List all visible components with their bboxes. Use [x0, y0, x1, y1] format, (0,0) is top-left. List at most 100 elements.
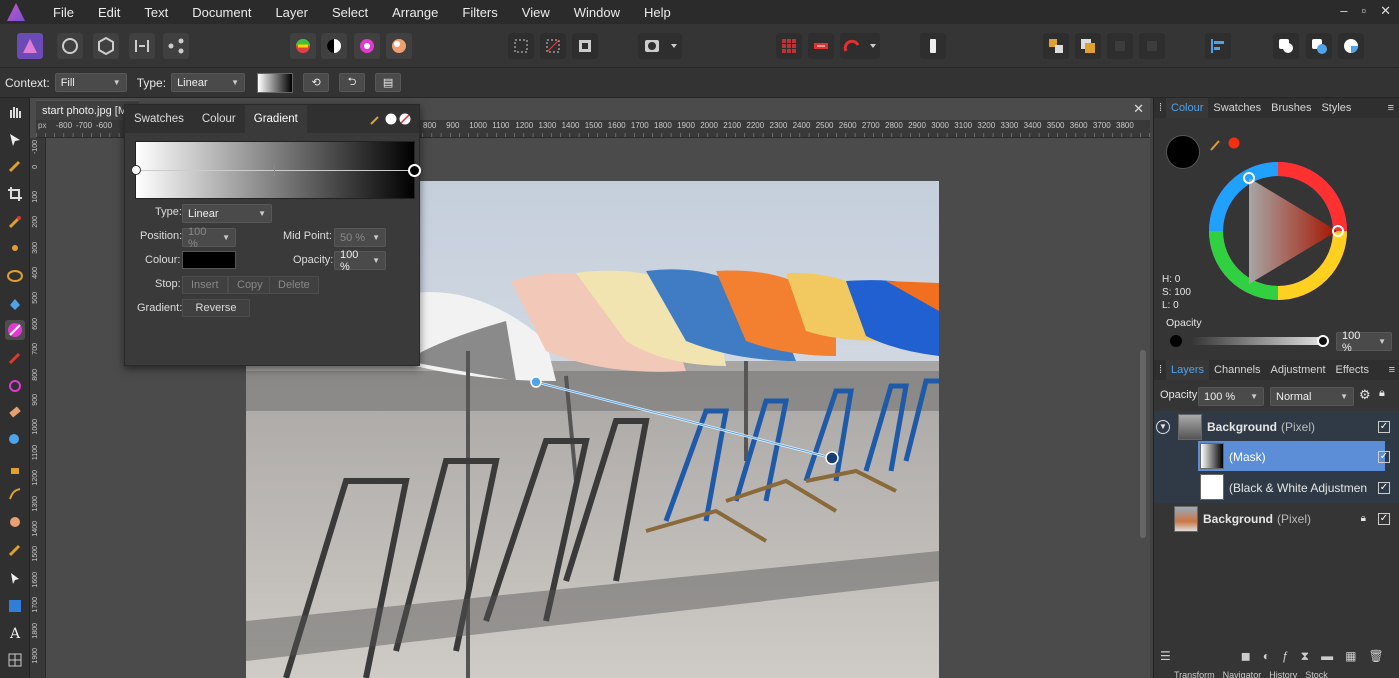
primary-colour-swatch[interactable]	[1166, 135, 1200, 169]
snapping-magnet-icon[interactable]	[840, 33, 880, 59]
insert-stop-button[interactable]: Insert	[182, 276, 228, 294]
gradient-preview[interactable]	[131, 141, 421, 199]
opacity-input[interactable]: 100 % ▼	[1336, 330, 1392, 354]
adjustment-icon[interactable]: ◐	[1263, 649, 1270, 663]
tab-swatches-panel[interactable]: Swatches	[1208, 98, 1266, 118]
menu-edit[interactable]: Edit	[86, 5, 132, 20]
boolean-add-icon[interactable]	[1273, 33, 1299, 59]
tab-swatches[interactable]: Swatches	[125, 105, 193, 133]
tab-navigator[interactable]: Navigator	[1223, 668, 1262, 678]
layer-visibility-checkbox[interactable]: ✓	[1378, 512, 1390, 525]
stop-opacity-input[interactable]: 100 % ▼	[334, 249, 386, 273]
paint-brush-icon[interactable]	[5, 348, 25, 368]
select-all-icon[interactable]	[508, 33, 534, 59]
layer-visibility-checkbox[interactable]: ✓	[1378, 450, 1390, 463]
pen-tool-icon[interactable]	[5, 568, 25, 588]
photo-persona-icon[interactable]	[17, 33, 43, 59]
layer-visibility-checkbox[interactable]: ✓	[1378, 420, 1390, 433]
arrange-forward-icon[interactable]	[1043, 33, 1069, 59]
crop-tool-icon[interactable]	[5, 184, 25, 204]
live-filter-icon[interactable]: ⧗	[1301, 649, 1309, 664]
assistant-icon[interactable]	[808, 33, 834, 59]
smudge-tool-icon[interactable]	[5, 484, 25, 504]
menu-view[interactable]: View	[510, 5, 562, 20]
menu-window[interactable]: Window	[562, 5, 632, 20]
gradient-settings-icon[interactable]: ▤	[375, 73, 402, 92]
stop-colour-swatch[interactable]	[182, 251, 236, 269]
gradient-tool-icon[interactable]	[5, 320, 25, 340]
gradient-stop-end[interactable]	[408, 164, 421, 177]
align-icon[interactable]	[1205, 33, 1231, 59]
text-tool-icon[interactable]: A	[5, 624, 25, 644]
close-document-button[interactable]: ✕	[1133, 101, 1144, 117]
position-input[interactable]: 100 % ▼	[182, 226, 236, 250]
expand-layer-icon[interactable]: ▼	[1156, 419, 1170, 434]
colour-picker-icon[interactable]	[1209, 136, 1243, 155]
vertical-scrollbar[interactable]	[1140, 350, 1146, 538]
auto-colours-icon[interactable]	[354, 33, 380, 59]
flood-fill-icon[interactable]	[5, 294, 25, 314]
quick-mask-icon[interactable]	[638, 33, 682, 59]
layer-visibility-checkbox[interactable]: ✓	[1378, 481, 1390, 494]
arrange-front-disabled-icon[interactable]	[1107, 33, 1133, 59]
menu-text[interactable]: Text	[132, 5, 180, 20]
layer-row[interactable]: (Mask) ✓	[1154, 441, 1399, 472]
midpoint-input[interactable]: 50 % ▼	[334, 228, 386, 247]
tab-colour[interactable]: Colour	[193, 105, 245, 133]
tab-stock[interactable]: Stock	[1305, 668, 1328, 678]
gradient-swatch[interactable]	[257, 72, 294, 93]
menu-filters[interactable]: Filters	[450, 5, 509, 20]
clone-tool-icon[interactable]	[5, 458, 25, 478]
selection-brush-icon[interactable]	[5, 212, 25, 232]
layer-stack-icon[interactable]: ☰	[1160, 649, 1171, 663]
menu-select[interactable]: Select	[320, 5, 380, 20]
hand-tool-icon[interactable]	[5, 102, 25, 122]
auto-levels-icon[interactable]	[290, 33, 316, 59]
layer-settings-icon[interactable]: ⚙	[1359, 387, 1371, 403]
menu-arrange[interactable]: Arrange	[380, 5, 450, 20]
tab-transform[interactable]: Transform	[1174, 668, 1215, 678]
layer-row[interactable]: (Black & White Adjustmen ✓	[1154, 472, 1399, 503]
layer-locked-icon[interactable]: 🔒︎	[1361, 513, 1366, 524]
layer-opacity-input[interactable]: 100 % ▼	[1198, 387, 1264, 406]
arrange-back-disabled-icon[interactable]	[1139, 33, 1165, 59]
menu-layer[interactable]: Layer	[263, 5, 320, 20]
mesh-warp-tool-icon[interactable]	[5, 650, 25, 670]
colour-picker-tool-icon[interactable]	[5, 156, 25, 176]
deselect-icon[interactable]	[540, 33, 566, 59]
tab-gradient[interactable]: Gradient	[244, 105, 307, 133]
tab-adjustment[interactable]: Adjustment	[1266, 360, 1331, 380]
tab-layers[interactable]: Layers	[1166, 360, 1210, 380]
close-window-button[interactable]: ✕	[1380, 3, 1391, 19]
group-icon[interactable]: ▬	[1321, 649, 1333, 663]
type-dropdown[interactable]: Linear ▼	[171, 73, 246, 92]
marquee-tool-icon[interactable]	[5, 266, 25, 286]
tab-history[interactable]: History	[1269, 668, 1297, 678]
tab-channels[interactable]: Channels	[1209, 360, 1265, 380]
auto-white-balance-icon[interactable]	[386, 33, 412, 59]
delete-layer-icon[interactable]: 🗑︎	[1368, 649, 1383, 663]
phone-export-icon[interactable]	[920, 33, 946, 59]
tab-colour-panel[interactable]: Colour	[1166, 98, 1209, 118]
gradient-midpoint[interactable]	[274, 164, 275, 176]
layer-row[interactable]: ▼ Background (Pixel) ✓	[1154, 411, 1399, 442]
maximize-button[interactable]: ▫	[1361, 3, 1366, 19]
blend-mode-dropdown[interactable]: Normal ▼	[1270, 387, 1354, 406]
add-mask-icon[interactable]: ◼	[1241, 649, 1251, 663]
colour-wheel[interactable]	[1209, 156, 1349, 309]
tone-mapping-persona-icon[interactable]	[129, 33, 155, 59]
rotate-gradient-icon[interactable]: ⟲	[303, 73, 330, 92]
reverse-button[interactable]: Reverse	[182, 299, 250, 317]
invert-selection-icon[interactable]	[572, 33, 598, 59]
snapping-grid-icon[interactable]	[776, 33, 802, 59]
popup-type-dropdown[interactable]: Linear ▼	[182, 204, 272, 223]
copy-stop-button[interactable]: Copy	[228, 276, 272, 294]
pixel-layer-icon[interactable]: ▦	[1345, 649, 1356, 663]
inpainting-tool-icon[interactable]	[5, 540, 25, 560]
minimize-button[interactable]: –	[1340, 3, 1347, 19]
menu-file[interactable]: File	[41, 5, 86, 20]
layers-menu-icon[interactable]: ≡	[1384, 360, 1399, 380]
popup-picker-icon[interactable]	[363, 105, 419, 133]
layer-lock-icon[interactable]: 🔒︎	[1379, 387, 1385, 400]
auto-contrast-icon[interactable]	[321, 33, 347, 59]
